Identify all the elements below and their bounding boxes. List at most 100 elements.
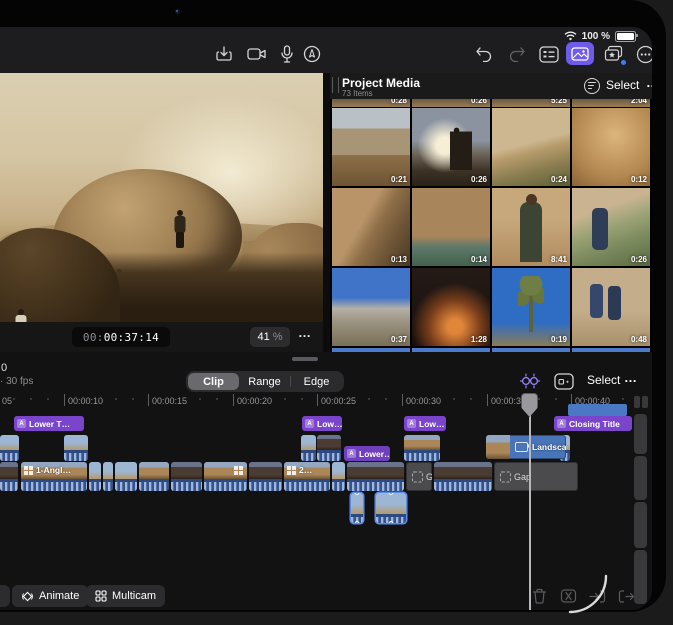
media-thumbnail[interactable]: 1:28 (412, 268, 490, 346)
clip-thumbnail (0, 435, 19, 450)
media-thumbnail[interactable]: 0:37 (332, 268, 410, 346)
scrollbar-segment[interactable] (634, 396, 640, 408)
timeline-vertical-scrollbar[interactable] (633, 396, 648, 608)
media-thumbnail[interactable]: 0:24 (492, 108, 570, 186)
hidden-footer-button[interactable] (0, 585, 10, 607)
import-button[interactable] (213, 43, 235, 65)
selected-connected-clip[interactable] (351, 493, 363, 523)
effects-browser-button[interactable] (603, 43, 625, 65)
mode-option-clip[interactable]: Clip (188, 373, 239, 390)
redo-button[interactable] (506, 43, 528, 65)
insert-clip-button[interactable] (587, 586, 607, 606)
media-thumbnail[interactable]: 0:48 (572, 268, 650, 346)
selected-connected-clip[interactable] (376, 493, 406, 523)
clip-waveform (249, 479, 282, 491)
storyline-clip[interactable] (347, 462, 404, 491)
storyline-clip[interactable]: 1-Angl… (21, 462, 87, 491)
connected-clip[interactable]: Landscap… (486, 435, 566, 459)
connected-audio-clip[interactable] (568, 404, 627, 416)
scrollbar-segment[interactable] (642, 396, 648, 408)
clip-waveform (103, 479, 113, 491)
storyline-clip[interactable]: 2… (284, 462, 330, 491)
title-clip[interactable]: ALow… (302, 416, 342, 431)
storyline-clip[interactable] (171, 462, 202, 491)
clip-thumbnail (115, 462, 137, 479)
storyline-clip[interactable] (249, 462, 282, 491)
connected-clip[interactable] (0, 435, 19, 461)
ruler-minor-tick (98, 398, 100, 400)
gap-clip[interactable]: Gap (494, 462, 578, 491)
storyline-clip[interactable] (204, 462, 247, 491)
timecode-display[interactable]: 00:00:37:14 (72, 327, 170, 347)
record-video-button[interactable] (246, 43, 268, 65)
timecode-rest: 00:37:14 (104, 331, 159, 344)
timeline-more-button[interactable]: … (624, 370, 638, 385)
media-thumbnail[interactable]: 0:26 (572, 188, 650, 266)
storyline-clip[interactable] (0, 462, 18, 491)
import-icon (215, 45, 233, 63)
clip-waveform (301, 450, 316, 461)
media-thumbnail[interactable]: 0:26 (412, 99, 490, 107)
zoom-level-button[interactable]: 41% (250, 327, 290, 347)
storyline-clip[interactable] (103, 462, 113, 491)
media-thumbnail[interactable]: 0:21 (332, 108, 410, 186)
clip-duration: 0:19 (551, 335, 567, 344)
media-browser-toggle-button[interactable] (566, 42, 594, 65)
timeline-select-button[interactable]: Select (587, 373, 620, 387)
scrollbar-segment[interactable] (634, 414, 647, 454)
media-thumbnail[interactable]: 0:26 (412, 108, 490, 186)
media-thumbnail[interactable]: 0:19 (492, 268, 570, 346)
media-thumbnail[interactable]: 0:28 (332, 99, 410, 107)
more-options-button[interactable] (634, 43, 652, 65)
jog-wheel-toggle-button[interactable] (519, 371, 541, 391)
clip-duration: 5:25 (551, 99, 567, 105)
viewer-more-button[interactable]: … (298, 325, 312, 340)
delete-clip-button[interactable] (529, 586, 549, 606)
filter-icon[interactable] (584, 78, 600, 94)
media-thumbnail[interactable]: 5:25 (492, 99, 570, 107)
clip-appearance-button[interactable] (553, 371, 575, 391)
append-clip-button[interactable] (616, 586, 636, 606)
scrollbar-segment[interactable] (634, 502, 647, 548)
record-audio-button[interactable] (276, 43, 298, 65)
clip-waveform (139, 479, 169, 491)
media-select-button[interactable]: Select (606, 78, 639, 92)
selection-handle-bottom[interactable] (355, 521, 360, 523)
title-clip[interactable]: ALow… (404, 416, 446, 431)
title-clip[interactable]: AClosing Title (554, 416, 632, 431)
connected-clip[interactable] (301, 435, 316, 461)
storyline-clip[interactable] (434, 462, 492, 491)
connected-clip[interactable] (404, 435, 440, 461)
storyline-clip[interactable] (332, 462, 345, 491)
scrollbar-segment[interactable] (634, 456, 647, 500)
undo-button[interactable] (473, 43, 495, 65)
panel-grip-icon[interactable] (332, 77, 339, 93)
clip-thumbnail (404, 435, 440, 450)
title-clip[interactable]: ALower T… (14, 416, 84, 431)
storyline-clip[interactable] (89, 462, 101, 491)
clip-thumbnail (486, 435, 510, 459)
storyline-clip[interactable] (115, 462, 137, 491)
media-thumbnail[interactable]: 0:12 (572, 108, 650, 186)
media-thumbnail[interactable]: 0:14 (412, 188, 490, 266)
storyline-clip[interactable] (139, 462, 169, 491)
mode-option-edge[interactable]: Edge (291, 373, 342, 390)
media-thumbnail[interactable]: 2:04 (572, 99, 650, 107)
selection-handle-bottom[interactable] (389, 521, 394, 523)
blade-clip-button[interactable] (558, 586, 578, 606)
pencil-tools-button[interactable] (301, 43, 323, 65)
media-thumbnail[interactable]: 8:41 (492, 188, 570, 266)
multicam-button[interactable]: Multicam (86, 585, 165, 607)
connected-clip[interactable] (317, 435, 341, 461)
animate-button[interactable]: Animate (12, 585, 88, 607)
mode-option-range[interactable]: Range (239, 373, 290, 390)
media-thumbnail[interactable]: 0:13 (332, 188, 410, 266)
media-browser-pane: Project Media 73 Items Select … 0:280:26… (330, 73, 652, 352)
pane-resize-handle[interactable] (292, 357, 318, 361)
gap-clip[interactable]: G… (406, 462, 432, 491)
inspector-toggle-button[interactable] (538, 43, 560, 65)
media-more-button[interactable]: … (646, 75, 652, 90)
title-clip[interactable]: ALower… (344, 446, 390, 461)
preview-video[interactable] (0, 73, 323, 322)
connected-clip[interactable] (64, 435, 88, 461)
